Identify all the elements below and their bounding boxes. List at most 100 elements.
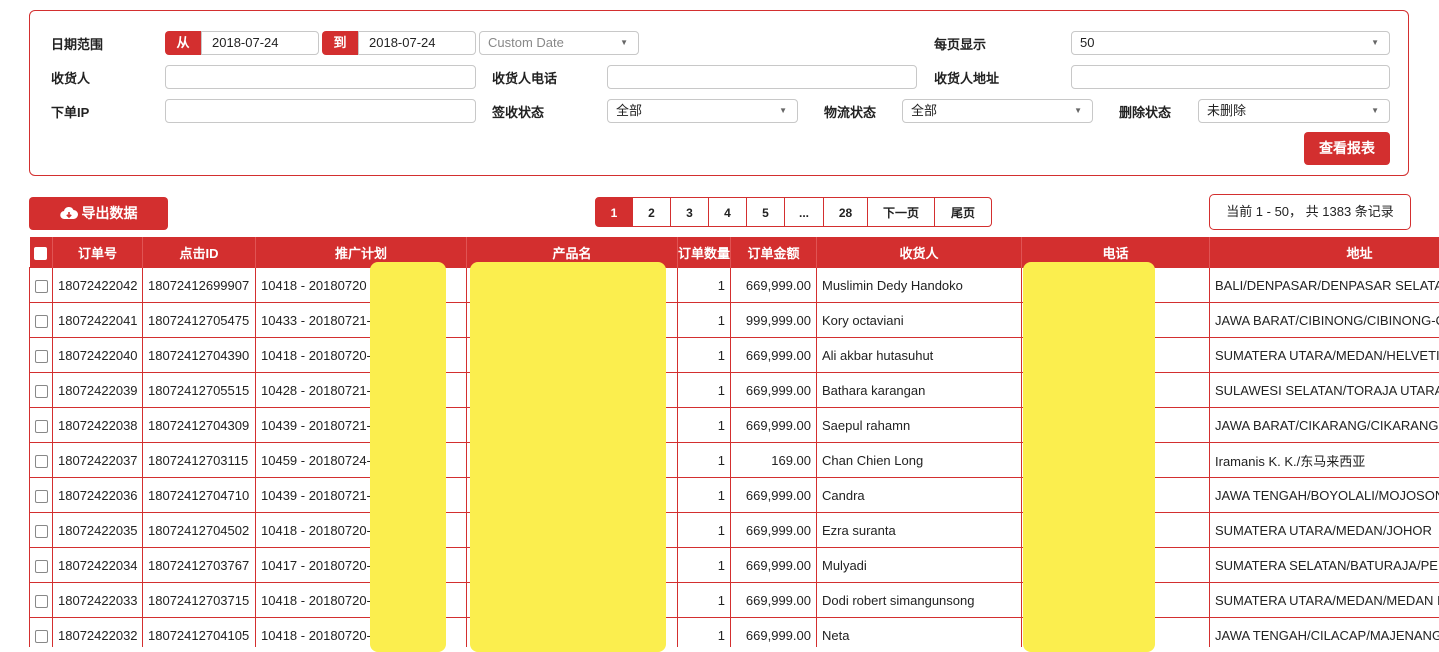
date-range-label: 日期范围 [51,34,103,53]
order-no-cell: 18072422038 [53,408,143,443]
row-checkbox[interactable] [35,420,48,433]
receiver-address-input[interactable] [1071,65,1390,89]
address-cell: BALI/DENPASAR/DENPASAR SELATAN [1210,268,1439,303]
sign-status-label: 签收状态 [492,102,544,121]
click-id-cell: 18072412705515 [143,373,256,408]
orders-table-wrapper: 订单号 点击ID 推广计划 产品名 订单数量 订单金额 收货人 电话 地址 18… [29,237,1439,647]
next-page-button[interactable]: 下一页 [867,197,935,227]
click-id-cell: 18072412699907 [143,268,256,303]
receiver-phone-input[interactable] [607,65,917,89]
last-page-button[interactable]: 尾页 [934,197,992,227]
row-checkbox-cell [30,478,53,513]
qty-cell: 1 [678,338,731,373]
redaction-mark [470,262,666,652]
receiver-cell: Candra [817,478,1022,513]
col-address[interactable]: 地址 [1210,237,1439,268]
row-checkbox-cell [30,408,53,443]
col-receiver[interactable]: 收货人 [817,237,1022,268]
select-all-header [30,237,53,268]
from-tag: 从 [165,31,201,55]
page-5[interactable]: 5 [746,197,785,227]
amount-cell: 669,999.00 [731,618,817,648]
table-row[interactable]: 180724220421807241269990710418 - 2018072… [30,268,1439,303]
row-checkbox[interactable] [35,630,48,643]
table-row[interactable]: 180724220351807241270450210418 - 2018072… [30,513,1439,548]
export-button-label: 导出数据 [82,205,138,221]
redaction-mark [370,262,446,652]
date-preset-select[interactable]: Custom Date ▼ [479,31,639,55]
table-row[interactable]: 180724220411807241270547510433 - 2018072… [30,303,1439,338]
amount-cell: 669,999.00 [731,478,817,513]
table-row[interactable]: 180724220331807241270371510418 - 2018072… [30,583,1439,618]
row-checkbox[interactable] [35,280,48,293]
col-order-no[interactable]: 订单号 [53,237,143,268]
page-1[interactable]: 1 [595,197,633,227]
row-checkbox[interactable] [35,385,48,398]
table-row[interactable]: 180724220341807241270376710417 - 2018072… [30,548,1439,583]
order-no-cell: 18072422032 [53,618,143,648]
address-cell: SUMATERA SELATAN/BATURAJA/PENG [1210,548,1439,583]
caret-down-icon: ▼ [620,32,628,54]
address-cell: JAWA TENGAH/BOYOLALI/MOJOSONGO [1210,478,1439,513]
address-cell: SULAWESI SELATAN/TORAJA UTARA [1210,373,1439,408]
table-row[interactable]: 180724220381807241270430910439 - 2018072… [30,408,1439,443]
table-row[interactable]: 180724220371807241270311510459 - 2018072… [30,443,1439,478]
order-ip-input[interactable] [165,99,476,123]
click-id-cell: 18072412703115 [143,443,256,478]
delete-status-select[interactable]: 未删除 ▼ [1198,99,1390,123]
row-checkbox[interactable] [35,560,48,573]
page-3[interactable]: 3 [670,197,709,227]
row-checkbox[interactable] [35,315,48,328]
address-cell: SUMATERA UTARA/MEDAN/JOHOR [1210,513,1439,548]
sign-status-select[interactable]: 全部 ▼ [607,99,798,123]
caret-down-icon: ▼ [1074,100,1082,122]
qty-cell: 1 [678,513,731,548]
date-preset-value: Custom Date [488,35,564,50]
row-checkbox[interactable] [35,595,48,608]
amount-cell: 669,999.00 [731,583,817,618]
receiver-cell: Muslimin Dedy Handoko [817,268,1022,303]
address-cell: SUMATERA UTARA/MEDAN/HELVETIA [1210,338,1439,373]
receiver-cell: Mulyadi [817,548,1022,583]
col-qty[interactable]: 订单数量 [678,237,731,268]
view-report-button[interactable]: 查看报表 [1304,132,1390,165]
row-checkbox-cell [30,268,53,303]
from-date-input[interactable]: 2018-07-24 [201,31,319,55]
page-4[interactable]: 4 [708,197,747,227]
export-button[interactable]: 导出数据 [29,197,168,230]
click-id-cell: 18072412705475 [143,303,256,338]
table-row[interactable]: 180724220321807241270410510418 - 2018072… [30,618,1439,648]
order-no-cell: 18072422035 [53,513,143,548]
qty-cell: 1 [678,583,731,618]
select-all-checkbox[interactable] [34,247,47,260]
col-click-id[interactable]: 点击ID [143,237,256,268]
table-row[interactable]: 180724220401807241270439010418 - 2018072… [30,338,1439,373]
receiver-input[interactable] [165,65,476,89]
click-id-cell: 18072412704502 [143,513,256,548]
qty-cell: 1 [678,373,731,408]
click-id-cell: 18072412704105 [143,618,256,648]
row-checkbox[interactable] [35,350,48,363]
row-checkbox-cell [30,338,53,373]
delete-status-value: 未删除 [1207,103,1246,118]
row-checkbox[interactable] [35,455,48,468]
order-no-cell: 18072422039 [53,373,143,408]
receiver-label: 收货人 [51,68,90,87]
row-checkbox[interactable] [35,525,48,538]
logistics-status-select[interactable]: 全部 ▼ [902,99,1093,123]
caret-down-icon: ▼ [1371,100,1379,122]
page-28[interactable]: 28 [823,197,868,227]
page-2[interactable]: 2 [632,197,671,227]
qty-cell: 1 [678,618,731,648]
filter-panel: 日期范围 从 2018-07-24 到 2018-07-24 Custom Da… [29,10,1409,176]
to-date-input[interactable]: 2018-07-24 [358,31,476,55]
table-row[interactable]: 180724220391807241270551510428 - 2018072… [30,373,1439,408]
table-row[interactable]: 180724220361807241270471010439 - 2018072… [30,478,1439,513]
address-cell: Iramanis K. K./东马来西亚 [1210,443,1439,478]
row-checkbox-cell [30,443,53,478]
row-checkbox[interactable] [35,490,48,503]
cloud-download-icon [60,206,78,220]
per-page-select[interactable]: 50 ▼ [1071,31,1390,55]
col-amount[interactable]: 订单金额 [731,237,817,268]
order-no-cell: 18072422041 [53,303,143,338]
